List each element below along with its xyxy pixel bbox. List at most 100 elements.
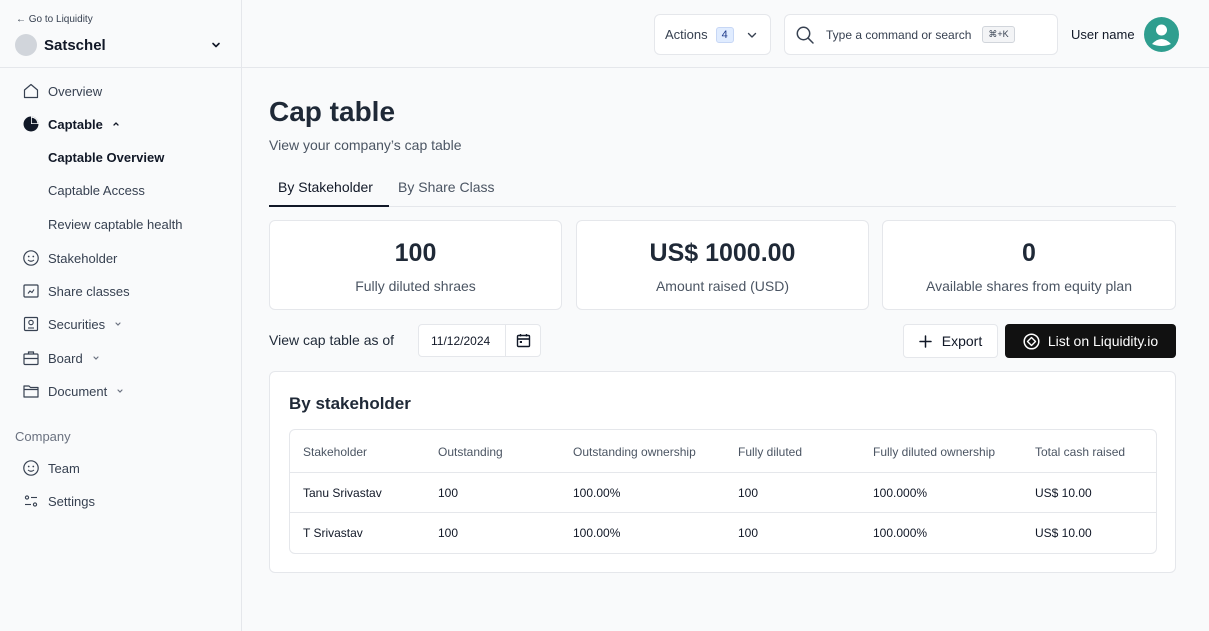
calendar-icon[interactable] [516, 333, 531, 348]
stat-card-fully-diluted-shares: 100 Fully diluted shraes [269, 220, 562, 310]
circle-arrow-icon [1023, 332, 1040, 350]
column-header[interactable]: Fully diluted ownership [873, 445, 995, 459]
face-icon [22, 249, 40, 267]
table-cell: US$ 10.00 [1035, 486, 1092, 500]
sidebar-item-label: Captable [48, 116, 103, 132]
table-cell: 100 [738, 486, 759, 500]
sidebar-item-captable[interactable]: Captable [22, 112, 121, 136]
stat-label: Amount raised (USD) [655, 278, 790, 294]
column-header[interactable]: Outstanding [438, 445, 503, 459]
tabs: By Stakeholder By Share Class [269, 172, 1176, 207]
column-header[interactable]: Stakeholder [303, 445, 367, 459]
company-name: Satschel [44, 36, 106, 54]
actions-label: Actions [665, 27, 708, 42]
sidebar-item-label: Securities [48, 316, 106, 332]
search-placeholder: Type a command or search [826, 27, 972, 42]
stat-value: 0 [1022, 239, 1036, 267]
list-label: List on Liquidity.io [1047, 333, 1159, 349]
column-header[interactable]: Fully diluted [738, 445, 802, 459]
table-row[interactable]: T Srivastav 100 100.00% 100 100.000% US$… [290, 513, 1156, 553]
sidebar-item-overview[interactable]: Overview [22, 79, 102, 103]
actions-count-badge: 4 [715, 26, 734, 43]
topbar: Actions 4 Type a command or search ⌘+K U… [242, 0, 1209, 68]
table-row[interactable]: Tanu Srivastav 100 100.00% 100 100.000% … [290, 473, 1156, 513]
table-cell: US$ 10.00 [1035, 526, 1092, 540]
sidebar-item-label: Settings [48, 493, 95, 509]
back-to-liquidity-link[interactable]: ← Go to Liquidity [16, 14, 93, 25]
table-title: By stakeholder [289, 394, 411, 413]
company-avatar [15, 34, 37, 56]
list-on-liquidity-button[interactable]: List on Liquidity.io [1005, 324, 1176, 358]
stakeholder-table-card: By stakeholder Stakeholder Outstanding O… [269, 371, 1176, 573]
actions-button[interactable]: Actions 4 [654, 14, 771, 55]
company-section-label: Company [15, 429, 71, 444]
table-header-row: Stakeholder Outstanding Outstanding owne… [290, 430, 1156, 473]
chevron-down-icon [747, 32, 757, 38]
sidebar-item-label: Board [48, 350, 83, 366]
home-icon [22, 82, 40, 100]
sidebar-item-team[interactable]: Team [22, 456, 80, 480]
company-switcher[interactable]: Satschel [15, 31, 227, 59]
table-cell: 100.00% [573, 526, 621, 540]
sidebar-item-label: Stakeholder [48, 250, 118, 266]
tab-by-share-class[interactable]: By Share Class [398, 179, 494, 195]
sidebar-item-board[interactable]: Board [22, 346, 101, 370]
sidebar-item-captable-access[interactable]: Captable Access [48, 183, 145, 198]
sidebar-item-stakeholder[interactable]: Stakeholder [22, 246, 117, 270]
page-title: Cap table [269, 96, 396, 127]
plus-icon [919, 334, 932, 348]
table-cell: 100.00% [573, 486, 621, 500]
date-field[interactable]: 11/12/2024 [418, 324, 541, 357]
sidebar-item-settings[interactable]: Settings [22, 489, 95, 513]
chevron-down-icon [117, 389, 123, 393]
folder-chart-icon [22, 282, 40, 300]
table-cell: T Srivastav [303, 526, 363, 540]
shortcut-badge: ⌘+K [982, 26, 1015, 43]
stakeholder-table: Stakeholder Outstanding Outstanding owne… [289, 429, 1157, 554]
column-header[interactable]: Outstanding ownership [573, 445, 696, 459]
export-label: Export [941, 333, 983, 349]
export-button[interactable]: Export [903, 324, 998, 358]
sidebar-item-label: Team [48, 460, 80, 476]
sidebar-item-label: Document [48, 383, 108, 399]
stat-label: Fully diluted shraes [355, 278, 476, 294]
command-search-input[interactable]: Type a command or search ⌘+K [784, 14, 1058, 55]
sidebar-item-securities[interactable]: Securities [22, 312, 123, 336]
table-cell: Tanu Srivastav [303, 486, 382, 500]
sidebar-item-share-classes[interactable]: Share classes [22, 279, 130, 303]
sidebar-item-review-captable-health[interactable]: Review captable health [48, 217, 182, 232]
sidebar: ← Go to Liquidity Satschel Overview Capt… [0, 0, 242, 631]
stat-value: 100 [394, 239, 437, 267]
active-tab-indicator [269, 205, 389, 207]
sidebar-item-captable-overview[interactable]: Captable Overview [48, 150, 164, 165]
tab-by-stakeholder[interactable]: By Stakeholder [278, 179, 373, 195]
pie-chart-icon [22, 115, 40, 133]
stat-card-available-shares: 0 Available shares from equity plan [882, 220, 1176, 310]
stat-label: Available shares from equity plan [926, 278, 1132, 294]
stat-value: US$ 1000.00 [649, 239, 796, 267]
chevron-down-icon [212, 42, 220, 48]
user-name[interactable]: User name [1071, 27, 1135, 42]
certificate-icon [22, 315, 40, 333]
table-cell: 100.000% [873, 526, 928, 540]
chevron-down-icon [115, 322, 121, 326]
sidebar-item-document[interactable]: Document [22, 379, 125, 403]
briefcase-icon [22, 349, 40, 367]
column-header[interactable]: Total cash raised [1035, 445, 1125, 459]
folder-icon [22, 382, 40, 400]
chevron-up-icon [113, 122, 119, 126]
stat-card-amount-raised: US$ 1000.00 Amount raised (USD) [576, 220, 869, 310]
avatar[interactable] [1144, 17, 1179, 52]
page-subtitle: View your company’s cap table [269, 137, 462, 153]
date-divider [505, 325, 506, 356]
sidebar-divider [0, 67, 241, 68]
sidebar-item-label: Overview [48, 83, 103, 99]
sidebar-item-label: Share classes [48, 283, 130, 299]
search-icon [796, 26, 814, 44]
date-value: 11/12/2024 [431, 334, 491, 348]
table-cell: 100 [738, 526, 759, 540]
table-cell: 100 [438, 526, 459, 540]
table-cell: 100 [438, 486, 459, 500]
table-cell: 100.000% [873, 486, 928, 500]
face-icon [22, 459, 40, 477]
